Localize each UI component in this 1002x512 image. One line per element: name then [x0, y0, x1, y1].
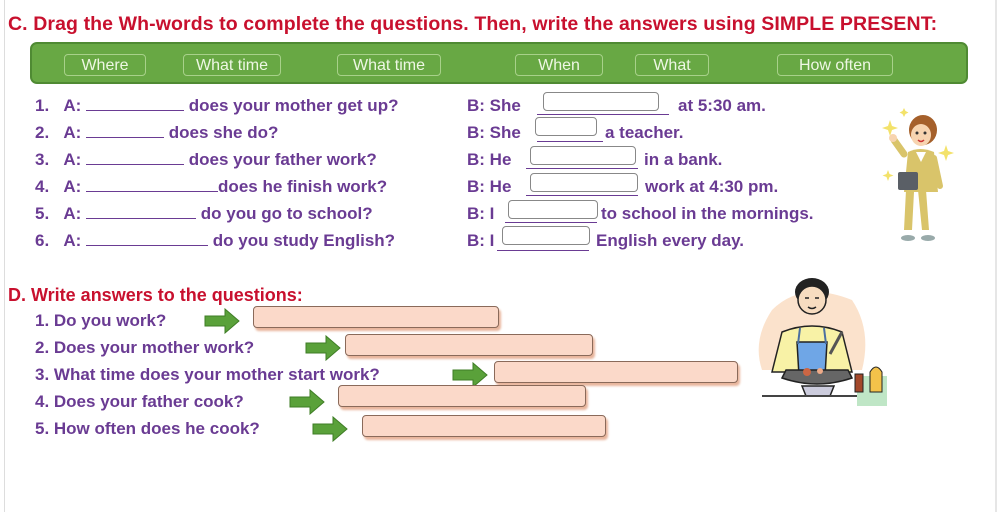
answer-input-c3[interactable] — [530, 146, 636, 165]
speaker-a-label: A: — [63, 204, 82, 223]
wh-drop-blank-3[interactable] — [86, 150, 185, 165]
b-text-6: English every day. — [596, 231, 745, 250]
answer-underline — [526, 195, 638, 196]
section-d-title: D. Write answers to the questions: — [8, 285, 303, 305]
question-number: 4. — [35, 177, 50, 196]
answer-underline — [505, 222, 597, 223]
answer-input-c1[interactable] — [543, 92, 659, 111]
wh-drop-blank-2[interactable] — [86, 123, 165, 138]
d-question-4: 4. Does your father cook? — [35, 392, 244, 411]
word-chip-where[interactable]: Where — [64, 54, 146, 76]
b-text-4: work at 4:30 pm. — [645, 177, 779, 196]
answer-input-c5[interactable] — [508, 200, 598, 219]
d-question-1: 1. Do you work? — [35, 311, 167, 330]
question-text: does he finish work? — [218, 177, 388, 196]
businesswoman-illustration — [882, 108, 954, 241]
question-text: do you go to school? — [200, 204, 373, 223]
question-text: does your father work? — [188, 150, 377, 169]
d-question-5: 5. How often does he cook? — [35, 419, 260, 438]
speaker-a-label: A: — [63, 123, 82, 142]
question-number: 2. — [35, 123, 50, 142]
word-chip-when[interactable]: When — [515, 54, 603, 76]
word-chip-what-time-2[interactable]: What time — [337, 54, 441, 76]
speaker-a-label: A: — [63, 231, 82, 250]
question-row-1: 1. A: does your mother get up? — [35, 96, 398, 116]
d-question-2: 2. Does your mother work? — [35, 338, 255, 357]
arrow-right-icon — [204, 308, 240, 334]
answer-underline — [497, 250, 589, 251]
b-label-5: B: I — [467, 204, 495, 223]
question-text: does she do? — [168, 123, 279, 142]
wh-drop-blank-4[interactable] — [86, 177, 219, 192]
wh-drop-blank-1[interactable] — [86, 96, 185, 111]
answer-underline — [537, 114, 669, 115]
b-text-1: at 5:30 am. — [678, 96, 766, 115]
section-c-title: C. Drag the Wh-words to complete the que… — [8, 13, 938, 35]
d-answer-input-2[interactable] — [345, 334, 593, 356]
answer-underline — [526, 168, 638, 169]
question-number: 3. — [35, 150, 50, 169]
b-text-3: in a bank. — [644, 150, 723, 169]
arrow-right-icon — [312, 416, 348, 442]
man-cooking-illustration — [758, 278, 887, 406]
question-row-2: 2. A: does she do? — [35, 123, 278, 143]
question-row-6: 6. A: do you study English? — [35, 231, 395, 251]
speaker-a-label: A: — [63, 96, 82, 115]
b-label-3: B: He — [467, 150, 512, 169]
question-text: does your mother get up? — [188, 96, 399, 115]
b-text-5: to school in the mornings. — [601, 204, 814, 223]
word-chip-how-often[interactable]: How often — [777, 54, 893, 76]
word-chip-what-time-1[interactable]: What time — [183, 54, 281, 76]
b-label-6: B: I — [467, 231, 495, 250]
arrow-right-icon — [289, 389, 325, 415]
arrow-right-icon — [305, 335, 341, 361]
b-text-2: a teacher. — [605, 123, 684, 142]
speaker-a-label: A: — [63, 150, 82, 169]
b-label-2: B: She — [467, 123, 521, 142]
speaker-a-label: A: — [63, 177, 82, 196]
answer-underline — [537, 141, 603, 142]
b-label-1: B: She — [467, 96, 521, 115]
d-answer-input-4[interactable] — [338, 385, 586, 407]
question-row-3: 3. A: does your father work? — [35, 150, 377, 170]
answer-input-c6[interactable] — [502, 226, 590, 245]
word-chip-what[interactable]: What — [635, 54, 709, 76]
question-text: do you study English? — [212, 231, 396, 250]
d-answer-input-5[interactable] — [362, 415, 606, 437]
d-question-3: 3. What time does your mother start work… — [35, 365, 380, 384]
answer-input-c4[interactable] — [530, 173, 638, 192]
wh-drop-blank-5[interactable] — [86, 204, 197, 219]
d-answer-input-3[interactable] — [494, 361, 738, 383]
d-answer-input-1[interactable] — [253, 306, 499, 328]
question-number: 1. — [35, 96, 50, 115]
question-number: 5. — [35, 204, 50, 223]
question-row-4: 4. A: does he finish work? — [35, 177, 387, 197]
wh-drop-blank-6[interactable] — [86, 231, 209, 246]
question-number: 6. — [35, 231, 50, 250]
answer-input-c2[interactable] — [535, 117, 597, 136]
word-bank: Where What time What time When What How … — [30, 42, 968, 84]
b-label-4: B: He — [467, 177, 512, 196]
question-row-5: 5. A: do you go to school? — [35, 204, 373, 224]
